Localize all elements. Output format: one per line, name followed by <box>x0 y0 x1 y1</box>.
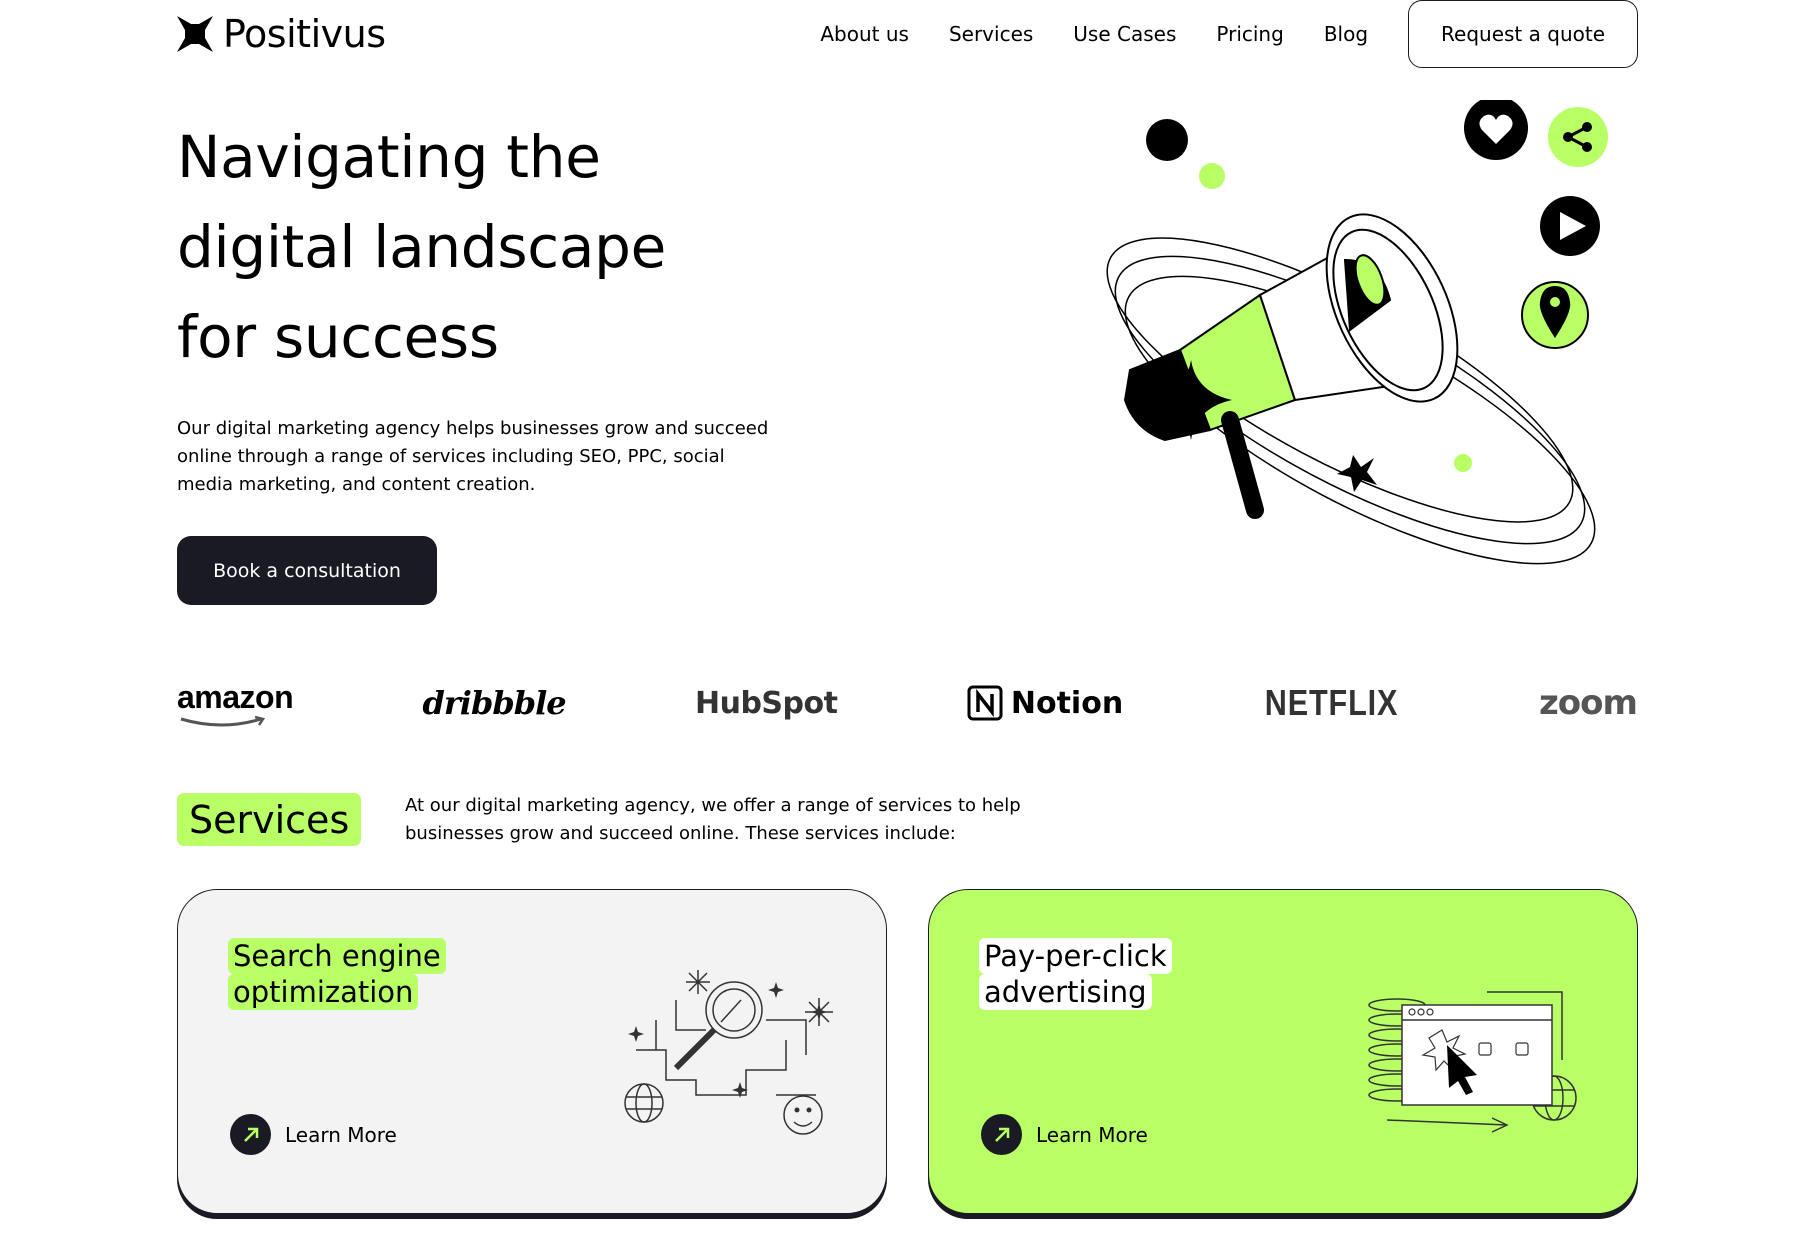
amazon-logo: amazon <box>177 678 294 728</box>
notion-icon <box>967 685 1003 721</box>
service-card-seo[interactable]: Search engine optimization Learn More <box>177 889 887 1214</box>
book-consultation-button[interactable]: Book a consultation <box>177 536 437 605</box>
zoom-logo: zoom <box>1539 683 1638 723</box>
logo-text: Positivus <box>223 12 386 56</box>
arrow-up-right-icon <box>230 1114 271 1155</box>
amazon-logo-text: amazon <box>177 678 294 715</box>
service-card-ppc[interactable]: Pay-per-click advertising Learn More <box>928 889 1638 1214</box>
arrow-up-right-icon <box>981 1114 1022 1155</box>
notion-logo-text: Notion <box>1010 685 1124 721</box>
seo-magnifier-illustration <box>624 970 833 1135</box>
service-card-title-line: optimization <box>228 974 419 1010</box>
dribbble-logo: dribbble <box>422 684 567 722</box>
logo-star-icon <box>177 16 213 52</box>
megaphone-illustration <box>1106 100 1608 565</box>
nav-use-cases[interactable]: Use Cases <box>1073 22 1176 46</box>
notion-logo: Notion <box>967 685 1123 721</box>
services-heading: Services <box>177 793 362 846</box>
service-card-title-line: Search engine <box>228 938 446 974</box>
learn-more-link[interactable]: Learn More <box>230 1114 397 1155</box>
client-logos: amazon dribbble HubSpot Notion NETFLIX z… <box>177 672 1638 734</box>
service-card-title: Pay-per-click advertising <box>979 938 1172 1010</box>
hero-title-line: for success <box>177 303 499 371</box>
service-card-title-line: advertising <box>979 974 1152 1010</box>
nav-services[interactable]: Services <box>949 22 1033 46</box>
service-card-title-line: Pay-per-click <box>979 938 1172 974</box>
service-card-title: Search engine optimization <box>228 938 446 1010</box>
services-description: At our digital marketing agency, we offe… <box>405 795 1021 844</box>
amazon-smile-icon <box>180 715 266 726</box>
learn-more-label: Learn More <box>1036 1122 1148 1147</box>
learn-more-link[interactable]: Learn More <box>981 1114 1148 1155</box>
hero-title: Navigating the digital landscape for suc… <box>177 112 817 382</box>
main-nav: About us Services Use Cases Pricing Blog… <box>780 0 1638 68</box>
netflix-logo: NETFLIX <box>1264 682 1398 723</box>
nav-blog[interactable]: Blog <box>1324 22 1368 46</box>
hero-title-line: digital landscape <box>177 213 666 281</box>
nav-pricing[interactable]: Pricing <box>1216 22 1283 46</box>
learn-more-label: Learn More <box>285 1122 397 1147</box>
ppc-browser-illustration <box>1368 991 1577 1133</box>
hero-title-line: Navigating the <box>177 123 601 191</box>
hero-description: Our digital marketing agency helps busin… <box>177 418 769 495</box>
page: Positivus About us Services Use Cases Pr… <box>0 0 1804 1237</box>
logo[interactable]: Positivus <box>177 12 386 56</box>
hubspot-logo: HubSpot <box>694 685 838 721</box>
request-quote-button[interactable]: Request a quote <box>1408 0 1638 68</box>
nav-about-us[interactable]: About us <box>820 22 909 46</box>
